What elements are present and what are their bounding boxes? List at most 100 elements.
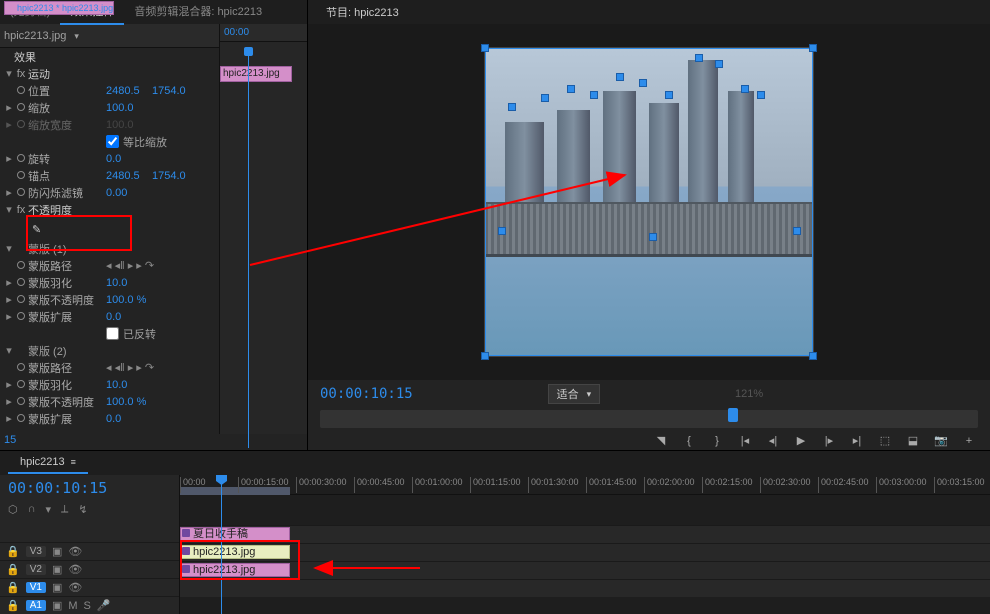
track-v3[interactable]: 夏日收手稿 (180, 525, 990, 543)
anchor-x[interactable]: 2480.5 (106, 170, 152, 182)
eye-icon[interactable]: 👁 (68, 563, 82, 576)
uniform-label: 等比缩放 (123, 134, 167, 150)
effect-mini-timeline[interactable]: 00:00 hpic2213.jpg (219, 24, 307, 434)
mask-handle[interactable] (695, 54, 703, 62)
snap-icon[interactable]: ⬡ (8, 503, 18, 516)
mask-feather2-value[interactable]: 10.0 (106, 379, 152, 391)
lock-icon[interactable]: 🔒 (6, 599, 20, 612)
link-icon[interactable]: ∩ (28, 503, 36, 516)
lock-icon[interactable]: 🔒 (6, 563, 20, 576)
motion-label[interactable]: 运动 (28, 66, 106, 82)
mask-handle[interactable] (541, 94, 549, 102)
mic-icon[interactable]: 🎤 (97, 599, 111, 612)
mask-handle[interactable] (757, 91, 765, 99)
mask1-label[interactable]: 蒙版 (1) (28, 241, 106, 257)
settings-icon[interactable]: + (962, 435, 976, 447)
mask-opacity2-value[interactable]: 100.0 % (106, 396, 152, 408)
source-master[interactable]: hpic2213.jpg (4, 30, 66, 42)
marker-icon[interactable]: ▾ (46, 503, 52, 516)
mask-opacity-value[interactable]: 100.0 % (106, 294, 152, 306)
mini-playhead[interactable] (248, 48, 249, 448)
toggle-output-icon[interactable]: ▣ (52, 563, 62, 576)
source-dropdown-icon[interactable] (74, 30, 79, 42)
flicker-value[interactable]: 0.00 (106, 187, 152, 199)
track-v1[interactable]: hpic2213.jpg (180, 561, 990, 579)
mask-handle[interactable] (508, 103, 516, 111)
toggle-output-icon[interactable]: ▣ (52, 599, 62, 612)
mask-path-label: 蒙版路径 (28, 258, 106, 274)
timeline-sequence-tab[interactable]: hpic2213≡ (8, 452, 88, 474)
inverted-checkbox[interactable] (106, 327, 119, 340)
program-tab[interactable]: 节目: hpic2213 (316, 0, 409, 24)
program-scrubber[interactable] (320, 410, 978, 428)
position-y[interactable]: 1754.0 (152, 85, 198, 97)
mask-handle[interactable] (616, 73, 624, 81)
uniform-scale-checkbox[interactable] (106, 135, 119, 148)
rotation-label: 旋转 (28, 151, 106, 167)
mask-handle[interactable] (590, 91, 598, 99)
track-header-v3[interactable]: 🔒V3▣👁 (0, 542, 179, 560)
eye-icon[interactable]: 👁 (68, 581, 82, 594)
mask-handle[interactable] (715, 60, 723, 68)
mask-expand-value[interactable]: 0.0 (106, 311, 152, 323)
program-frame[interactable] (484, 47, 814, 357)
lock-icon[interactable]: 🔒 (6, 581, 20, 594)
rotation-value[interactable]: 0.0 (106, 153, 152, 165)
timeline-ruler[interactable]: 00:00 00:00:15:00 00:00:30:00 00:00:45:0… (180, 475, 990, 495)
mini-ruler[interactable]: 00:00 (220, 24, 307, 42)
track-header-v1[interactable]: 🔒V1▣👁 (0, 578, 179, 596)
lock-icon[interactable]: 🔒 (6, 545, 20, 558)
export-frame-icon[interactable]: 📷 (934, 434, 948, 447)
timeline-tracks-area[interactable]: 00:00 00:00:15:00 00:00:30:00 00:00:45:0… (180, 475, 990, 614)
scale-value[interactable]: 100.0 (106, 102, 152, 114)
lift-icon[interactable]: ⬚ (878, 434, 892, 447)
mask-handle[interactable] (741, 85, 749, 93)
mask-handle[interactable] (567, 85, 575, 93)
mask-handle[interactable] (665, 91, 673, 99)
mask-feather-value[interactable]: 10.0 (106, 277, 152, 289)
scalew-label: 缩放宽度 (28, 117, 106, 133)
mask-handle[interactable] (498, 227, 506, 235)
mark-in-icon[interactable]: ◥ (654, 434, 668, 447)
mask-handle[interactable] (793, 227, 801, 235)
timeline-timecode[interactable]: 00:00:10:15 (0, 475, 179, 501)
eye-icon[interactable]: 👁 (68, 545, 82, 558)
track-header-v2[interactable]: 🔒V2▣👁 (0, 560, 179, 578)
step-fwd-icon[interactable]: |▸ (822, 434, 836, 447)
source-clip[interactable]: hpic2213 * hpic2213.jpg (4, 1, 114, 15)
mark-out-icon[interactable]: } (710, 435, 724, 447)
play-icon[interactable]: ▶ (794, 434, 808, 447)
mark-out-icon[interactable]: { (682, 435, 696, 447)
timeline-header-column: 00:00:10:15 ⬡ ∩ ▾ ⟂ ↯ 🔒V3▣👁 🔒V2▣👁 🔒V1▣👁 … (0, 475, 180, 614)
clip-v1[interactable]: hpic2213.jpg (180, 563, 290, 577)
pen-icon[interactable] (28, 223, 41, 236)
extract-icon[interactable]: ⬓ (906, 434, 920, 447)
close-icon[interactable]: ≡ (71, 457, 76, 467)
toggle-output-icon[interactable]: ▣ (52, 545, 62, 558)
clip-v2[interactable]: hpic2213.jpg (180, 545, 290, 559)
program-timecode[interactable]: 00:00:10:15 (320, 386, 413, 402)
mask-expand2-value[interactable]: 0.0 (106, 413, 152, 425)
anchor-y[interactable]: 1754.0 (152, 170, 198, 182)
step-back-icon[interactable]: ◂| (766, 434, 780, 447)
mask-handle[interactable] (639, 79, 647, 87)
wrench-icon[interactable]: ⟂ (61, 503, 68, 516)
wrench-icon[interactable]: ↯ (78, 503, 87, 516)
track-header-a1[interactable]: 🔒A1▣MS🎤 (0, 596, 179, 614)
zoom-percent: 121% (735, 388, 763, 400)
toggle-output-icon[interactable]: ▣ (52, 581, 62, 594)
go-out-icon[interactable]: ▸| (850, 434, 864, 447)
track-v2[interactable]: hpic2213.jpg (180, 543, 990, 561)
clip-v3[interactable]: 夏日收手稿 (180, 527, 290, 541)
timeline-playhead[interactable] (221, 475, 222, 614)
program-viewport[interactable] (308, 24, 990, 380)
opacity-label[interactable]: 不透明度 (28, 202, 106, 218)
position-x[interactable]: 2480.5 (106, 85, 152, 97)
tab-audio-mixer[interactable]: 音频剪辑混合器: hpic2213 (124, 0, 272, 25)
mask-opacity-label: 蒙版不透明度 (28, 292, 106, 308)
go-in-icon[interactable]: |◂ (738, 434, 752, 447)
fit-dropdown[interactable]: 适合 (548, 384, 601, 404)
track-a1[interactable] (180, 579, 990, 597)
mask-handle[interactable] (649, 233, 657, 241)
mask2-label[interactable]: 蒙版 (2) (28, 343, 106, 359)
